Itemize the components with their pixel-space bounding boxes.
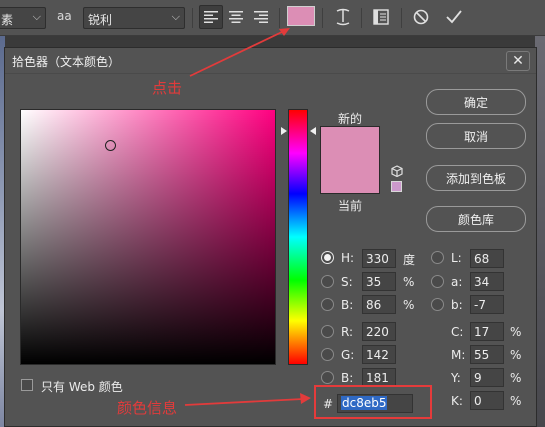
yellow-unit: %: [510, 371, 522, 385]
antialias-icon: aa: [57, 9, 72, 23]
gamut-cube-icon[interactable]: [391, 165, 403, 177]
options-toolbar: 素 ⌵ aa 锐利 ⌵: [0, 0, 545, 36]
cyan-input[interactable]: 17: [470, 322, 504, 341]
red-input[interactable]: 220: [362, 322, 396, 341]
hex-input[interactable]: dc8eb5: [337, 394, 413, 413]
warp-text-button[interactable]: [331, 5, 355, 29]
chevron-down-icon: ⌵: [32, 10, 41, 23]
dialog-title: 拾色器（文本颜色）: [12, 55, 121, 69]
red-radio[interactable]: [321, 325, 334, 338]
text-color-swatch[interactable]: [287, 6, 315, 26]
cancel-button[interactable]: 取消: [426, 123, 526, 149]
web-colors-only-label: 只有 Web 颜色: [41, 380, 123, 394]
magenta-unit: %: [510, 348, 522, 362]
yellow-input[interactable]: 9: [470, 368, 504, 387]
lab-a-radio[interactable]: [431, 275, 444, 288]
brightness-unit: %: [403, 298, 415, 312]
toolbar-separator: [401, 8, 402, 28]
cyan-label: C:: [451, 325, 464, 339]
antialias-select[interactable]: 锐利 ⌵: [83, 7, 185, 29]
panel-icon: [373, 9, 389, 25]
hue-slider-handle-left[interactable]: [281, 127, 287, 135]
magenta-input[interactable]: 55: [470, 345, 504, 364]
web-safe-swatch[interactable]: [391, 181, 402, 192]
hue-slider[interactable]: [288, 109, 308, 365]
color-field[interactable]: [20, 109, 276, 365]
close-button[interactable]: ✕: [506, 51, 530, 71]
lab-b-input[interactable]: -7: [470, 295, 504, 314]
lab-a-input[interactable]: 34: [470, 272, 504, 291]
toolbar-separator: [192, 8, 193, 28]
hex-value: dc8eb5: [341, 396, 388, 410]
brightness-label: B:: [341, 298, 354, 312]
saturation-input[interactable]: 35: [362, 272, 396, 291]
toolbar-separator: [279, 8, 280, 28]
align-center-icon: [229, 11, 243, 23]
align-center-button[interactable]: [224, 5, 248, 29]
align-right-icon: [254, 11, 268, 23]
align-left-icon: [204, 11, 218, 23]
annotation-click: 点击: [152, 79, 183, 97]
black-label: K:: [451, 394, 463, 408]
color-field-picker[interactable]: [105, 140, 116, 151]
close-icon: ✕: [512, 53, 524, 69]
current-color-swatch[interactable]: [320, 159, 380, 194]
new-color-label: 新的: [338, 112, 363, 126]
lab-l-radio[interactable]: [431, 251, 444, 264]
lab-b-radio[interactable]: [431, 298, 444, 311]
lab-l-input[interactable]: 68: [470, 249, 504, 268]
blue-label: B:: [341, 371, 354, 385]
green-input[interactable]: 142: [362, 345, 396, 364]
magenta-label: M:: [451, 348, 466, 362]
antialias-value: 锐利: [88, 13, 113, 27]
blue-radio[interactable]: [321, 371, 334, 384]
hue-slider-handle-right[interactable]: [310, 127, 316, 135]
toolbar-separator: [361, 8, 362, 28]
green-radio[interactable]: [321, 348, 334, 361]
color-picker-dialog: 拾色器（文本颜色） ✕ 新的 当前 确定 取消 添加到色板 颜色库 H: 330…: [4, 47, 537, 427]
cancel-icon: [413, 9, 429, 25]
font-style-select[interactable]: 素 ⌵: [0, 7, 46, 29]
black-input[interactable]: 0: [470, 391, 504, 410]
saturation-unit: %: [403, 275, 415, 289]
warp-text-icon: [336, 8, 350, 26]
font-style-value: 素: [1, 13, 14, 27]
character-panel-button[interactable]: [369, 5, 393, 29]
hue-unit: 度: [403, 253, 416, 267]
add-to-swatches-button[interactable]: 添加到色板: [426, 165, 526, 191]
align-left-button[interactable]: [199, 5, 223, 29]
ok-button[interactable]: 确定: [426, 89, 526, 115]
web-colors-only-checkbox[interactable]: [21, 379, 33, 391]
lab-b-label: b:: [451, 298, 463, 312]
yellow-label: Y:: [451, 371, 461, 385]
toolbar-separator: [322, 8, 323, 28]
align-right-button[interactable]: [249, 5, 273, 29]
new-color-swatch: [320, 126, 380, 159]
current-color-label: 当前: [338, 199, 363, 213]
cancel-edit-button[interactable]: [409, 5, 433, 29]
brightness-radio[interactable]: [321, 298, 334, 311]
hue-radio[interactable]: [321, 251, 334, 264]
chevron-down-icon: ⌵: [171, 10, 180, 23]
checkmark-icon: [446, 10, 462, 24]
hex-label: #: [323, 397, 334, 411]
commit-edit-button[interactable]: [442, 5, 466, 29]
hue-input[interactable]: 330: [362, 249, 396, 268]
color-libraries-button[interactable]: 颜色库: [426, 206, 526, 232]
brightness-input[interactable]: 86: [362, 295, 396, 314]
green-label: G:: [341, 348, 355, 362]
dialog-titlebar: 拾色器（文本颜色） ✕: [5, 48, 536, 74]
lab-a-label: a:: [451, 275, 463, 289]
saturation-radio[interactable]: [321, 275, 334, 288]
red-label: R:: [341, 325, 354, 339]
lab-l-label: L:: [451, 251, 462, 265]
saturation-label: S:: [341, 275, 353, 289]
annotation-color-info: 颜色信息: [117, 399, 178, 417]
black-unit: %: [510, 394, 522, 408]
hue-label: H:: [341, 251, 355, 265]
cyan-unit: %: [510, 325, 522, 339]
